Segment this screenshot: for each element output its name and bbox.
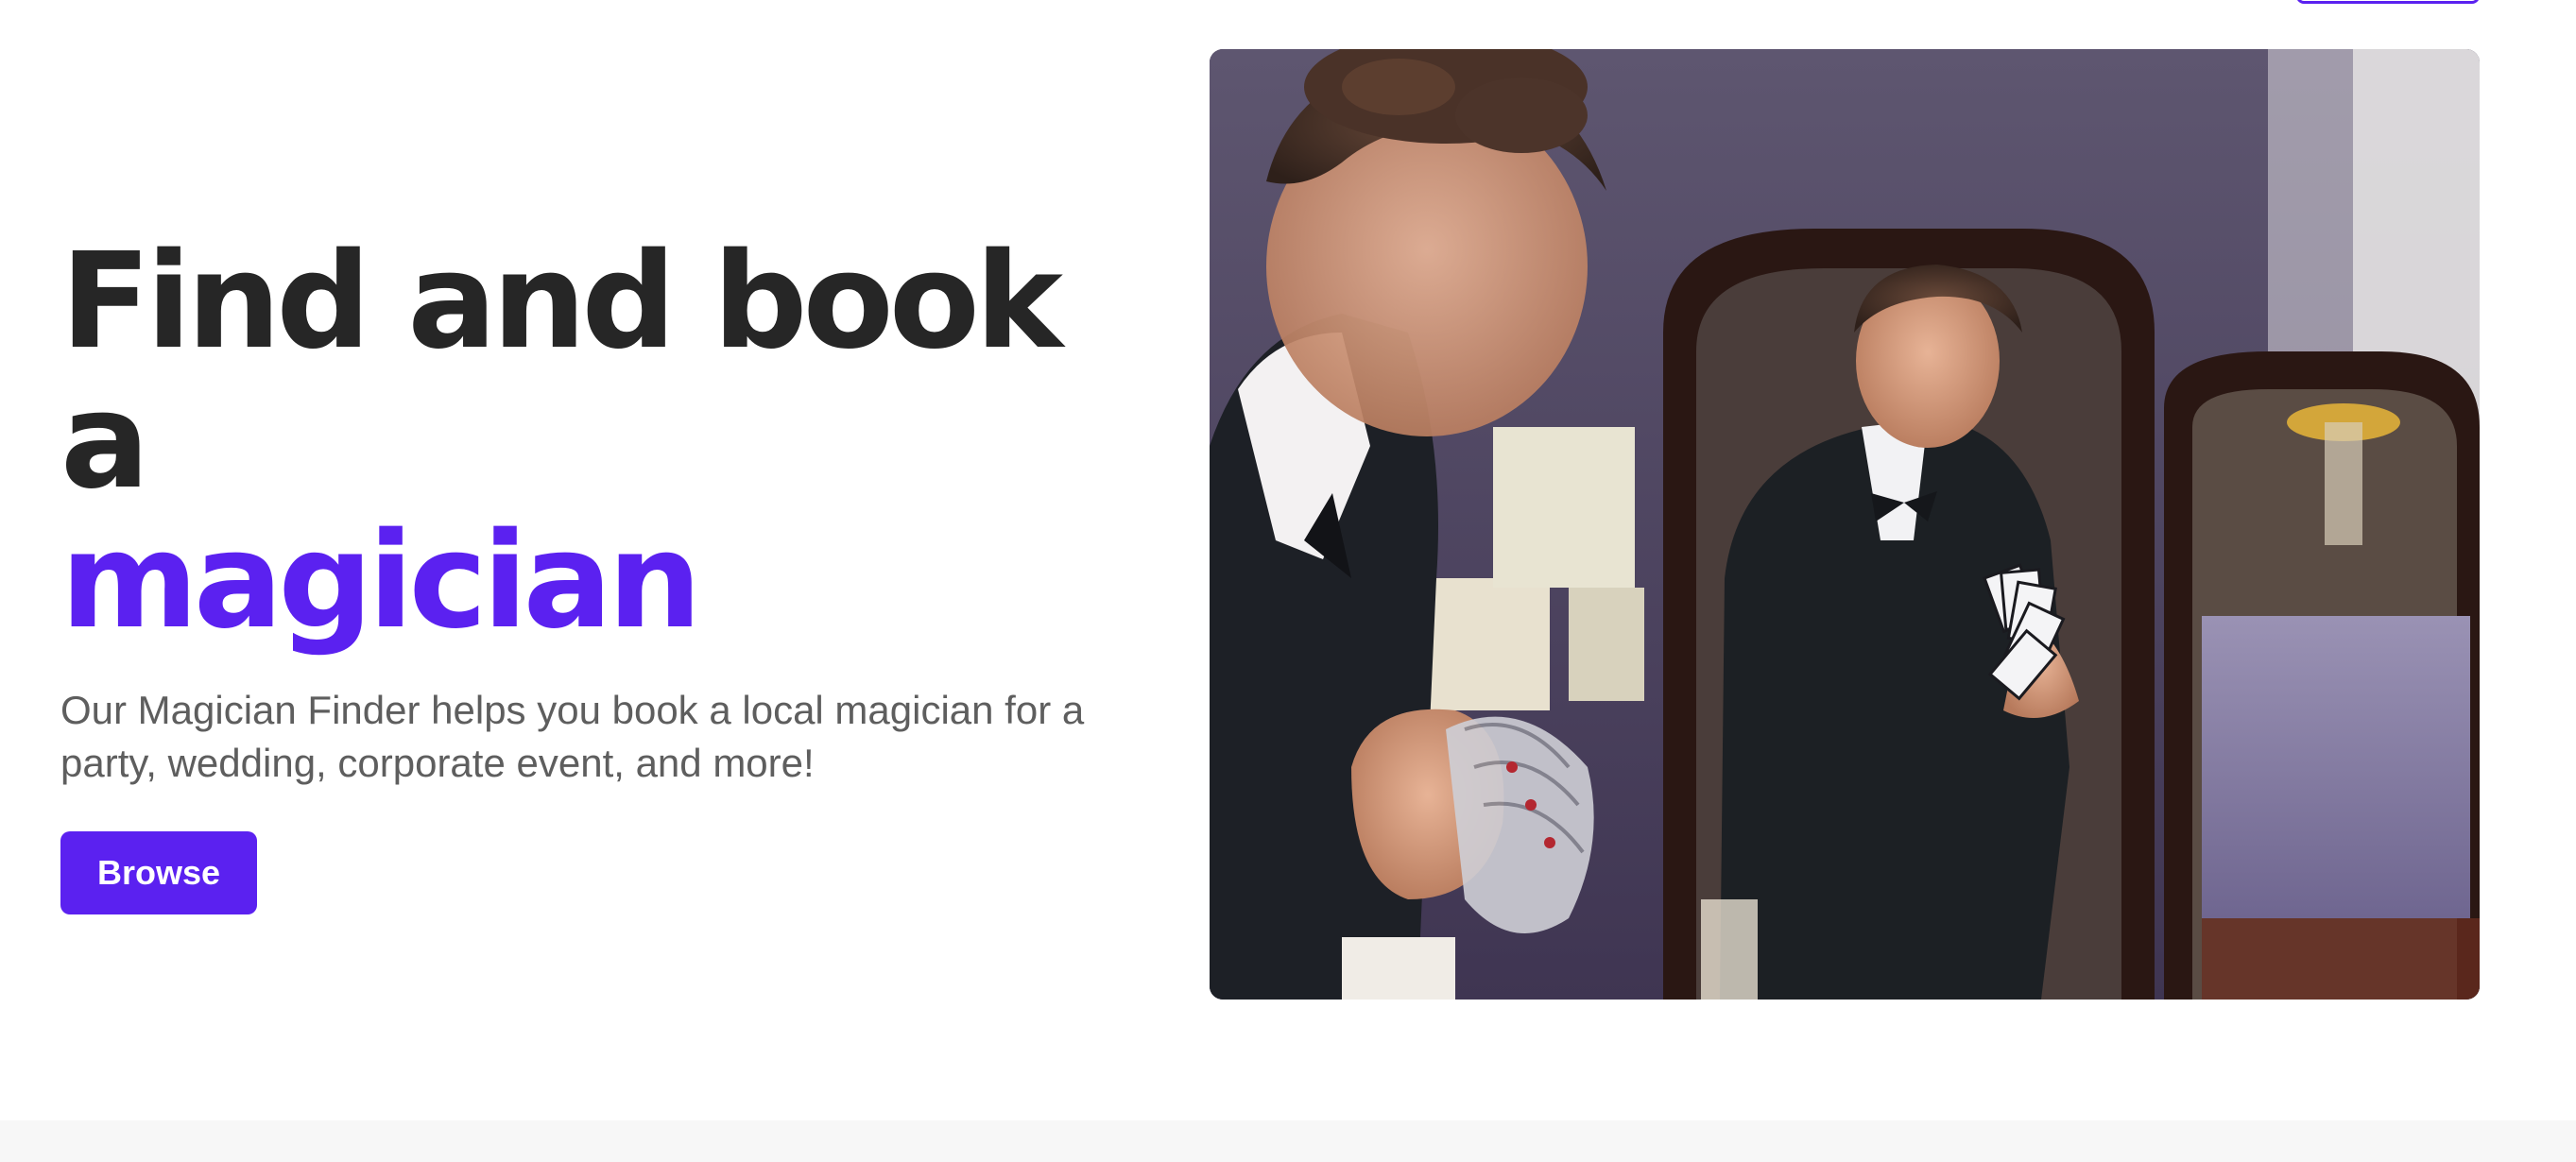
hero-text-block: Find and book a magician Our Magician Fi… bbox=[60, 232, 1176, 914]
hero-subtitle: Our Magician Finder helps you book a loc… bbox=[60, 688, 1085, 785]
browse-button[interactable]: Browse bbox=[60, 831, 257, 914]
hero-title-accent: magician bbox=[60, 504, 702, 658]
hero-image bbox=[1210, 49, 2480, 1000]
hero-title-line: Find and book a bbox=[60, 225, 1063, 519]
hero-section: Find and book a magician Our Magician Fi… bbox=[0, 0, 2576, 1120]
magician-photo bbox=[1210, 49, 2480, 1000]
hero-title: Find and book a magician bbox=[60, 232, 1176, 652]
footer-strip bbox=[0, 1120, 2576, 1162]
